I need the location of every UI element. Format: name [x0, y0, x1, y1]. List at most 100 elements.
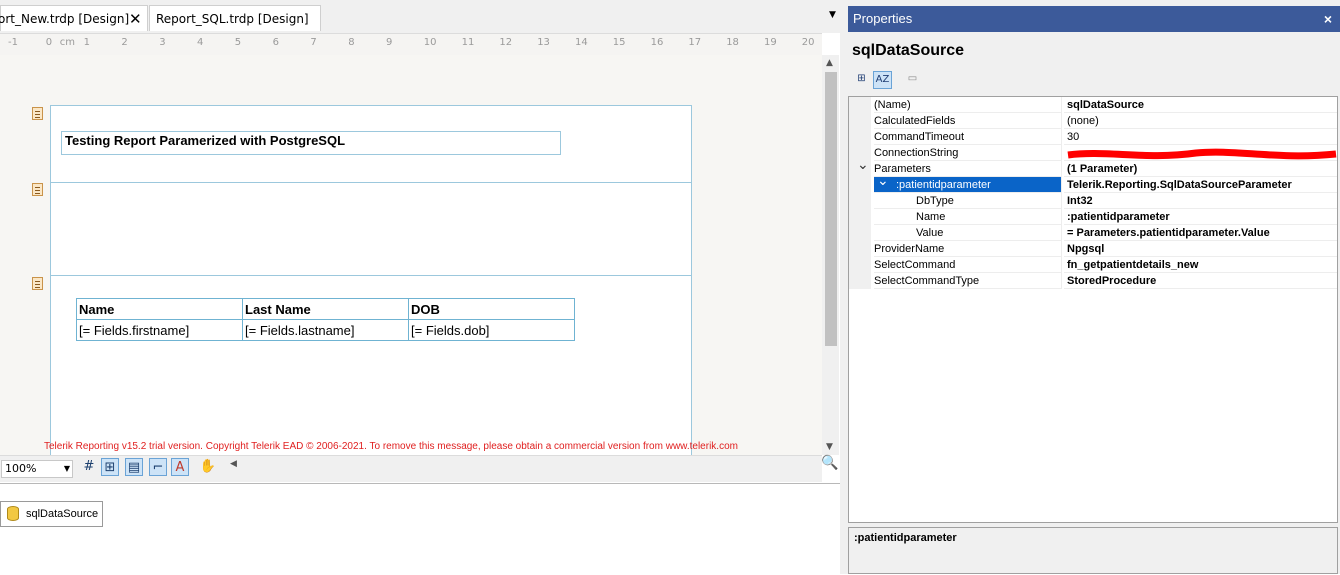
property-row[interactable]: SelectCommand fn_getpatientdetails_new — [849, 257, 1337, 273]
property-row[interactable]: SelectCommandType StoredProcedure — [849, 273, 1337, 289]
table-header-cell[interactable]: Last Name — [242, 298, 409, 320]
pane-splitter[interactable] — [840, 0, 848, 574]
property-row[interactable]: Name :patientidparameter — [849, 209, 1337, 225]
property-name[interactable]: SelectCommandType — [874, 273, 1062, 289]
property-value[interactable]: = Parameters.patientidparameter.Value — [1064, 225, 1337, 241]
property-row[interactable]: (Name) sqlDataSource — [849, 97, 1337, 113]
property-row[interactable]: DbType Int32 — [849, 193, 1337, 209]
table-cell[interactable]: [= Fields.lastname] — [242, 319, 409, 341]
snap-to-grid-icon[interactable]: ⊞ — [101, 458, 119, 476]
horizontal-ruler: -1 0 cm 1 2 3 4 5 6 7 8 9 10 11 12 13 14 15 16 17 18 19 20 — [0, 33, 822, 56]
property-name-label: SelectCommand — [874, 259, 956, 271]
property-name[interactable]: ProviderName — [874, 241, 1062, 257]
property-row-gutter — [849, 129, 871, 145]
scroll-left-icon[interactable]: ◀ — [230, 459, 237, 469]
property-row-gutter — [849, 97, 871, 113]
ruler-tick-label: 6 — [272, 37, 279, 48]
alphabetical-sort-icon[interactable]: AZ — [873, 71, 892, 89]
property-value[interactable]: Int32 — [1064, 193, 1337, 209]
expand-chevron-icon[interactable]: ⌄ — [877, 173, 889, 189]
ruler-tick-label: 7 — [310, 37, 317, 48]
property-name[interactable]: Value — [874, 225, 1062, 241]
property-value[interactable]: :patientidparameter — [1064, 209, 1337, 225]
text-style-icon[interactable]: A — [171, 458, 189, 476]
property-name[interactable]: :patientidparameter — [874, 177, 1062, 193]
property-name[interactable]: Name — [874, 209, 1062, 225]
property-value[interactable]: (none) — [1064, 113, 1337, 129]
property-name-label: CommandTimeout — [874, 131, 965, 143]
report-title-textbox[interactable]: Testing Report Paramerized with PostgreS… — [61, 131, 561, 155]
database-icon — [7, 506, 19, 521]
property-name[interactable]: SelectCommand — [874, 257, 1062, 273]
property-row[interactable]: Parameters ⌄ (1 Parameter) — [849, 157, 1337, 177]
zoom-select[interactable]: 100% ▼ — [1, 460, 73, 478]
ruler-tick-label: 20 — [801, 37, 815, 48]
scroll-down-icon[interactable]: ▼ — [826, 442, 833, 452]
tab-report-sql[interactable]: Report_SQL.trdp [Design] — [149, 5, 321, 31]
ruler-tick-label: 10 — [423, 37, 437, 48]
report-body[interactable]: Testing Report Paramerized with PostgreS… — [50, 105, 692, 455]
property-name-label: Name — [916, 211, 946, 223]
ruler-tick-label: 1 — [83, 37, 90, 48]
close-tab-icon[interactable]: ✕ — [129, 6, 142, 32]
property-row[interactable]: Value = Parameters.patientidparameter.Val… — [849, 225, 1337, 241]
property-row-gutter — [849, 257, 871, 273]
pan-hand-icon[interactable]: ✋ — [199, 458, 217, 476]
property-row-gutter — [849, 177, 871, 193]
expand-chevron-icon[interactable]: ⌄ — [857, 157, 869, 173]
selected-object-name: sqlDataSource — [852, 42, 965, 59]
property-name[interactable]: DbType — [874, 193, 1062, 209]
properties-title: Properties — [853, 11, 913, 26]
property-row[interactable]: :patientidparameter ⌄ Telerik.Reporting.Sq… — [849, 173, 1337, 193]
ruler-tick-label: 13 — [537, 37, 550, 48]
ruler-tick-label: 15 — [612, 37, 626, 48]
property-name-label: ProviderName — [874, 243, 945, 255]
property-name[interactable]: (Name) — [874, 97, 1062, 113]
table-header-cell[interactable]: DOB — [408, 298, 575, 320]
ruler-icon[interactable]: ⌐ — [149, 458, 167, 476]
property-row[interactable]: ProviderName Npgsql — [849, 241, 1337, 257]
detail-section-icon — [32, 183, 43, 196]
property-name[interactable]: CalculatedFields — [874, 113, 1062, 129]
property-row[interactable]: CommandTimeout 30 — [849, 129, 1337, 145]
ruler-tick-label: 2 — [121, 37, 128, 48]
ruler-tick-label: 12 — [499, 37, 513, 48]
section-divider — [51, 182, 691, 183]
property-value[interactable]: (1 Parameter) — [1064, 161, 1337, 177]
property-name[interactable]: Parameters — [874, 161, 1062, 177]
report-data-table[interactable]: Name Last Name DOB [= Fields.firstname] … — [76, 298, 575, 341]
property-row-gutter — [849, 225, 871, 241]
property-pages-icon[interactable]: ▭ — [903, 71, 922, 89]
table-cell[interactable]: [= Fields.firstname] — [76, 319, 243, 341]
horizontal-scrollbar[interactable]: ◀ — [222, 458, 822, 472]
property-value[interactable]: Npgsql — [1064, 241, 1337, 257]
property-row-gutter — [849, 209, 871, 225]
table-cell[interactable]: [= Fields.dob] — [408, 319, 575, 341]
show-sections-icon[interactable]: ▤ — [125, 458, 143, 476]
zoom-magnifier-icon[interactable]: 🔍 — [821, 455, 838, 471]
property-value[interactable]: sqlDataSource — [1064, 97, 1337, 113]
property-row[interactable]: CalculatedFields (none) — [849, 113, 1337, 129]
table-header-cell[interactable]: Name — [76, 298, 243, 320]
tab-report-new[interactable]: ort_New.trdp [Design] ✕ — [0, 5, 148, 31]
property-value[interactable]: 30 — [1064, 129, 1337, 145]
property-value[interactable]: StoredProcedure — [1064, 273, 1337, 289]
vertical-scroll-thumb[interactable] — [825, 72, 837, 346]
categorized-view-icon[interactable]: ⊞ — [852, 71, 871, 89]
component-tray — [0, 483, 840, 575]
close-icon[interactable]: × — [1324, 6, 1332, 32]
tab-label: ort_New.trdp [Design] — [0, 12, 130, 26]
ruler-tick-label: 9 — [386, 37, 393, 48]
property-value[interactable]: fn_getpatientdetails_new — [1064, 257, 1337, 273]
property-value[interactable]: Telerik.Reporting.SqlDataSourceParameter — [1064, 177, 1337, 193]
report-design-surface[interactable]: Testing Report Paramerized with PostgreS… — [0, 55, 822, 455]
scroll-up-icon[interactable]: ▲ — [826, 58, 833, 68]
ruler-tick-label: 17 — [688, 37, 702, 48]
tab-overflow-dropdown-icon[interactable]: ▼ — [829, 10, 836, 20]
component-label: sqlDataSource — [26, 508, 99, 520]
property-name[interactable]: CommandTimeout — [874, 129, 1062, 145]
page-header-section-icon — [32, 107, 43, 120]
grid-icon[interactable]: # — [80, 458, 98, 476]
property-name[interactable]: ConnectionString — [874, 145, 1062, 161]
trial-watermark-text: Telerik Reporting v15.2 trial version. C… — [44, 441, 738, 452]
